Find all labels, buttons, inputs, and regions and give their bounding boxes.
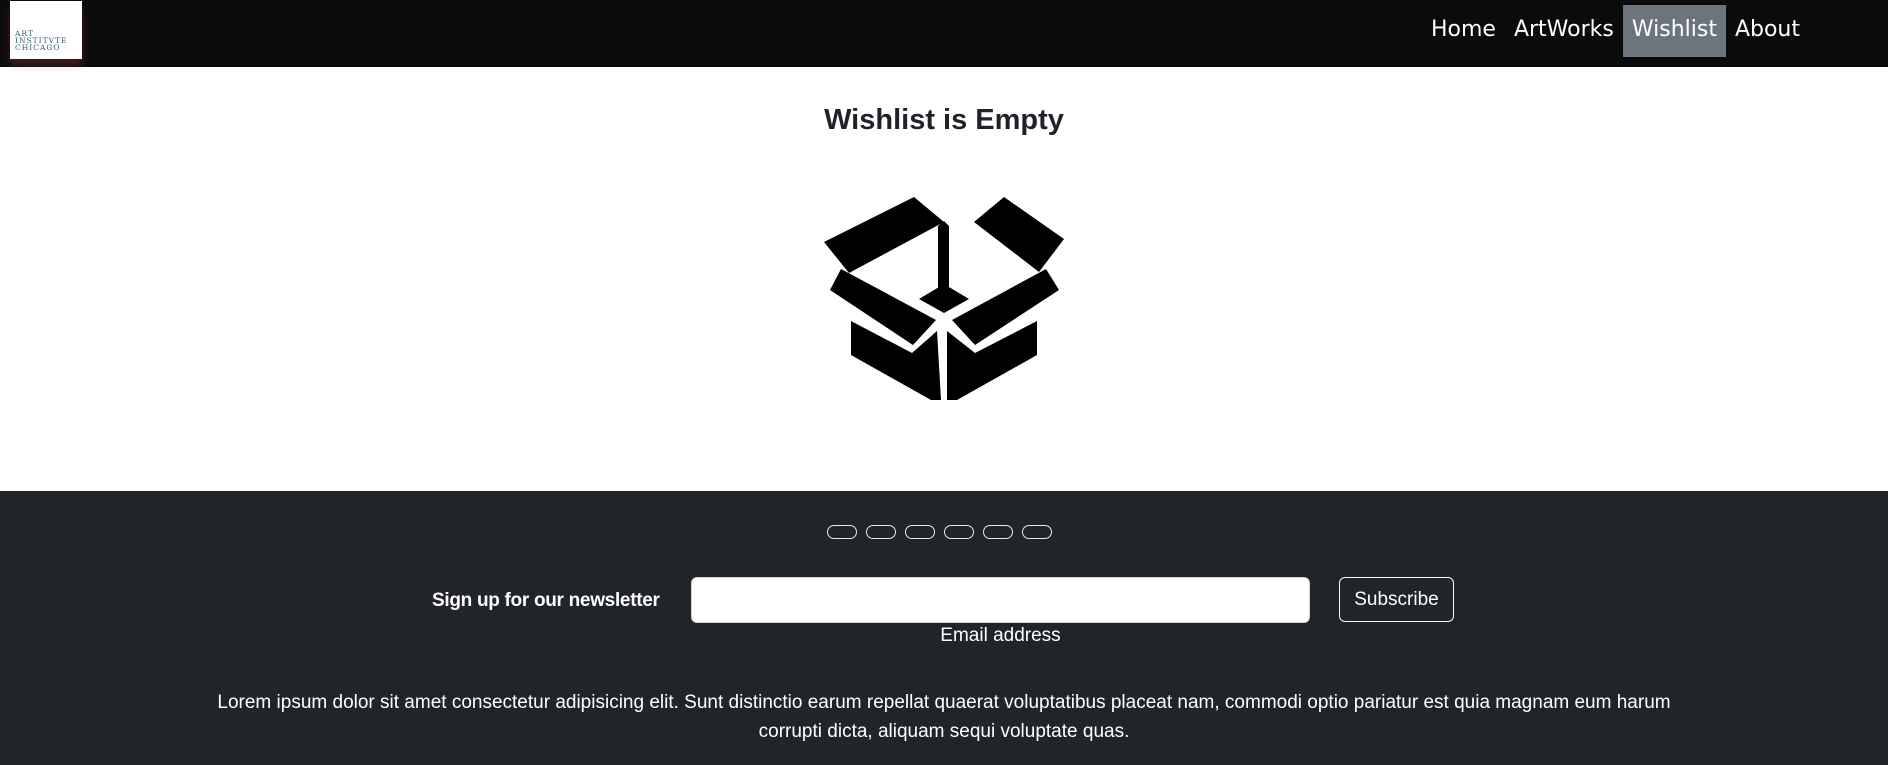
- art-institute-logo[interactable]: ART INSTITVTE CHICAGO: [10, 1, 82, 59]
- nav-item-home[interactable]: Home: [1422, 5, 1505, 57]
- social-icon-3[interactable]: [905, 525, 935, 539]
- social-links: [827, 525, 1052, 539]
- navbar: ART INSTITVTE CHICAGO Home ArtWorks Wish…: [0, 0, 1888, 67]
- footer-description: Lorem ipsum dolor sit amet consectetur a…: [217, 692, 1671, 742]
- nav-links: Home ArtWorks Wishlist About: [1422, 5, 1809, 57]
- social-icon-1[interactable]: [827, 525, 857, 539]
- open-box-icon: [824, 197, 1064, 400]
- email-label: Email address: [940, 625, 1061, 646]
- footer: Sign up for our newsletter Email address…: [0, 491, 1888, 765]
- social-icon-6[interactable]: [1022, 525, 1052, 539]
- social-icon-5[interactable]: [983, 525, 1013, 539]
- social-icon-2[interactable]: [866, 525, 896, 539]
- email-input[interactable]: [691, 577, 1310, 623]
- newsletter-label: Sign up for our newsletter: [432, 590, 660, 611]
- social-icon-4[interactable]: [944, 525, 974, 539]
- subscribe-button[interactable]: Subscribe: [1339, 577, 1454, 622]
- nav-item-wishlist[interactable]: Wishlist: [1622, 5, 1726, 57]
- logo-text: ART INSTITVTE CHICAGO: [15, 29, 68, 52]
- nav-item-about[interactable]: About: [1726, 5, 1809, 57]
- page-title: Wishlist is Empty: [824, 104, 1064, 136]
- nav-item-artworks[interactable]: ArtWorks: [1505, 5, 1623, 57]
